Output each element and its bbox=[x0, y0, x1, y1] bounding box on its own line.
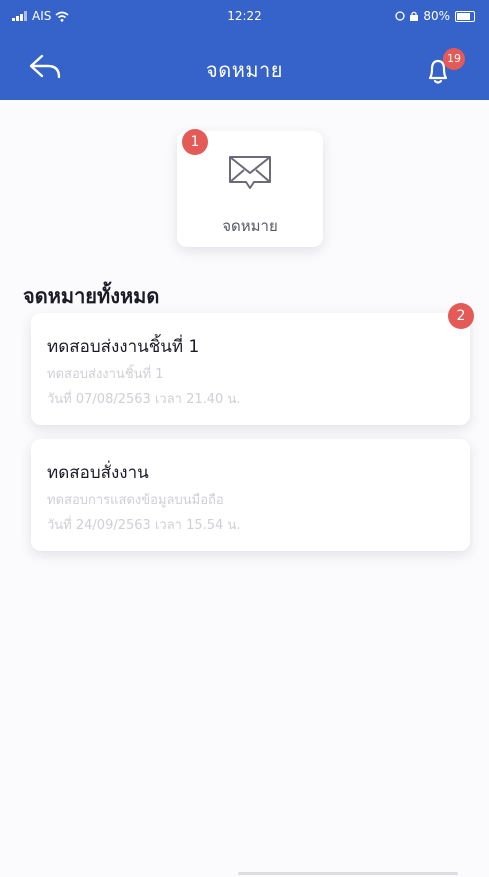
lock-icon bbox=[410, 11, 419, 21]
step-badge-1: 1 bbox=[182, 129, 208, 155]
section-title: จดหมายทั้งหมด bbox=[23, 284, 160, 308]
item-subtitle: ทดสอบส่งงานชิ้นที่ 1 bbox=[47, 367, 164, 382]
page-title: จดหมาย bbox=[205, 58, 284, 82]
mail-tile-label: จดหมาย bbox=[222, 217, 278, 235]
item-subtitle: ทดสอบการแสดงข้อมูลบนมือถือ bbox=[47, 493, 224, 508]
status-right: 80% bbox=[395, 9, 475, 23]
home-indicator bbox=[238, 872, 458, 875]
app-header: จดหมาย 19 bbox=[0, 34, 489, 100]
battery-icon bbox=[455, 10, 475, 22]
item-date: วันที่ 07/08/2563 เวลา 21.40 น. bbox=[47, 392, 241, 407]
list-item[interactable]: ทดสอบส่งงานชิ้นที่ 1 ทดสอบส่งงานชิ้นที่ … bbox=[31, 313, 470, 425]
battery-label: 80% bbox=[423, 9, 450, 23]
item-title: ทดสอบสั่งงาน bbox=[47, 463, 149, 483]
status-bar: AIS 12:22 80% bbox=[0, 0, 489, 34]
step-badge-2: 2 bbox=[448, 303, 474, 329]
alarm-icon bbox=[395, 11, 405, 21]
envelope-icon bbox=[229, 156, 271, 189]
list-item[interactable]: ทดสอบสั่งงาน ทดสอบการแสดงข้อมูลบนมือถือ … bbox=[31, 439, 470, 551]
notification-badge: 19 bbox=[443, 48, 465, 70]
notification-button[interactable]: 19 bbox=[421, 48, 465, 88]
item-title: ทดสอบส่งงานชิ้นที่ 1 bbox=[47, 337, 200, 357]
item-date: วันที่ 24/09/2563 เวลา 15.54 น. bbox=[47, 518, 241, 533]
